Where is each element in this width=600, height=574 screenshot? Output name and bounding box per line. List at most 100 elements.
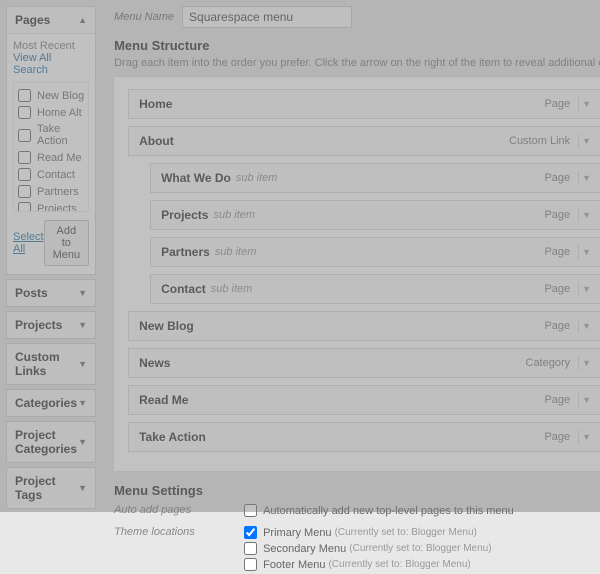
panel-title: Custom Links [15,350,78,378]
expand-icon[interactable]: ▼ [578,245,594,259]
menu-name-label: Menu Name [114,11,174,23]
expand-icon[interactable]: ▼ [578,97,594,111]
expand-icon[interactable]: ▼ [578,430,594,444]
panel-toggle[interactable]: Project Categories▼ [7,422,95,462]
auto-add-text: Automatically add new top-level pages to… [263,505,514,517]
sub-item-label: sub item [215,246,257,258]
caret-down-icon: ▼ [78,320,87,330]
menu-item[interactable]: Partnerssub itemPage▼ [150,237,600,267]
theme-location-note: (Currently set to: Blogger Menu) [328,559,470,570]
theme-location-note: (Currently set to: Blogger Menu) [349,543,491,554]
page-label: Take Action [37,123,86,147]
expand-icon[interactable]: ▼ [578,134,594,148]
menu-item[interactable]: Read Me Page ▼ [128,385,600,415]
page-label: Projects [37,203,77,213]
menu-structure-list: HomePage▼AboutCustom Link▼What We Dosub … [114,77,600,471]
page-checkbox-item[interactable]: Home Alt [18,104,86,121]
sub-item-label: sub item [213,209,255,221]
menu-item-label: Contact [161,282,206,296]
expand-icon[interactable]: ▼ [578,319,594,333]
page-checkbox-item[interactable]: New Blog [18,87,86,104]
caret-down-icon: ▼ [78,437,87,447]
panel-toggle[interactable]: Categories▼ [7,390,95,416]
page-checkbox-item[interactable]: Projects [18,200,86,212]
menu-item-label: Home [139,97,172,111]
auto-add-checkbox[interactable] [244,504,257,517]
page-checkbox[interactable] [18,89,31,102]
page-checkbox[interactable] [18,202,31,212]
menu-item-label: Partners [161,245,210,259]
page-label: Contact [37,169,75,181]
select-all-link[interactable]: Select All [13,231,44,255]
page-checkbox-item[interactable]: Partners [18,183,86,200]
sub-item-label: sub item [211,283,253,295]
panel-toggle[interactable]: Projects▼ [7,312,95,338]
expand-icon[interactable]: ▼ [578,208,594,222]
page-label: Home Alt [37,107,82,119]
menu-item[interactable]: Take Action Page ▼ [128,422,600,452]
menu-item[interactable]: What We Dosub itemPage▼ [150,163,600,193]
caret-down-icon: ▼ [78,359,87,369]
menu-item[interactable]: New Blog Page ▼ [128,311,600,341]
panel-toggle[interactable]: Custom Links▼ [7,344,95,384]
page-checkbox[interactable] [18,151,31,164]
pages-panel: Pages ▲ Most Recent View All Search New … [6,6,96,275]
menu-item-type: Page [544,98,570,110]
menu-item[interactable]: NewsCategory▼ [128,348,600,378]
page-checkbox[interactable] [18,129,31,142]
menu-item[interactable]: Contact sub item Page ▼ [150,274,600,304]
pages-checklist[interactable]: New Blog Home Alt Take Action Read Me Contac… [13,82,89,212]
menu-item-label: Take Action [139,430,206,444]
menu-item-type: Custom Link [509,135,570,147]
main-area: Menu Name Menu Structure Drag each item … [102,0,600,512]
menu-item[interactable]: About Custom Link ▼ [128,126,600,156]
page-label: New Blog [37,90,84,102]
theme-location-option[interactable]: Footer Menu (Currently set to: Blogger M… [244,558,491,571]
page-checkbox-item[interactable]: Read Me [18,149,86,166]
caret-up-icon: ▲ [78,15,87,25]
auto-add-label: Auto add pages [114,504,244,516]
tab-most-recent[interactable]: Most Recent [13,40,75,52]
panel-toggle[interactable]: Project Tags▼ [7,468,95,508]
page-checkbox-item[interactable]: Contact [18,166,86,183]
menu-name-input[interactable] [182,6,352,28]
expand-icon[interactable]: ▼ [578,356,594,370]
menu-item-label: Read Me [139,393,188,407]
panel-title: Project Categories [15,428,78,456]
menu-item-type: Page [544,320,570,332]
menu-item-type: Page [544,431,570,443]
expand-icon[interactable]: ▼ [578,393,594,407]
auto-add-checkbox-row[interactable]: Automatically add new top-level pages to… [244,504,514,517]
panel-toggle[interactable]: Posts▼ [7,280,95,306]
menu-item[interactable]: Home Page ▼ [128,89,600,119]
menu-item-type: Page [544,172,570,184]
menu-item-label: About [139,134,174,148]
theme-locations-label: Theme locations [114,526,244,538]
tab-view-all[interactable]: View All [13,52,51,64]
expand-icon[interactable]: ▼ [578,171,594,185]
menu-item-type: Page [544,394,570,406]
theme-location-checkbox[interactable] [244,526,257,539]
menu-item-label: Projects [161,208,208,222]
add-to-menu-button[interactable]: Add to Menu [44,220,90,266]
theme-location-note: (Currently set to: Blogger Menu) [335,527,477,538]
theme-location-option[interactable]: Secondary Menu (Currently set to: Blogge… [244,542,491,555]
theme-location-option[interactable]: Primary Menu (Currently set to: Blogger … [244,526,491,539]
menu-structure-heading: Menu Structure [114,38,600,53]
page-checkbox[interactable] [18,185,31,198]
theme-location-checkbox[interactable] [244,542,257,555]
menu-item-type: Page [544,283,570,295]
tab-search[interactable]: Search [13,64,48,76]
menu-item-type: Page [544,209,570,221]
menu-item-type: Category [526,357,571,369]
page-checkbox[interactable] [18,168,31,181]
page-checkbox[interactable] [18,106,31,119]
expand-icon[interactable]: ▼ [578,282,594,296]
menu-item-label: New Blog [139,319,194,333]
theme-location-checkbox[interactable] [244,558,257,571]
menu-item[interactable]: Projects sub item Page ▼ [150,200,600,230]
theme-location-label: Secondary Menu [263,543,346,555]
pages-panel-toggle[interactable]: Pages ▲ [7,7,95,33]
caret-down-icon: ▼ [78,483,87,493]
page-checkbox-item[interactable]: Take Action [18,121,86,149]
